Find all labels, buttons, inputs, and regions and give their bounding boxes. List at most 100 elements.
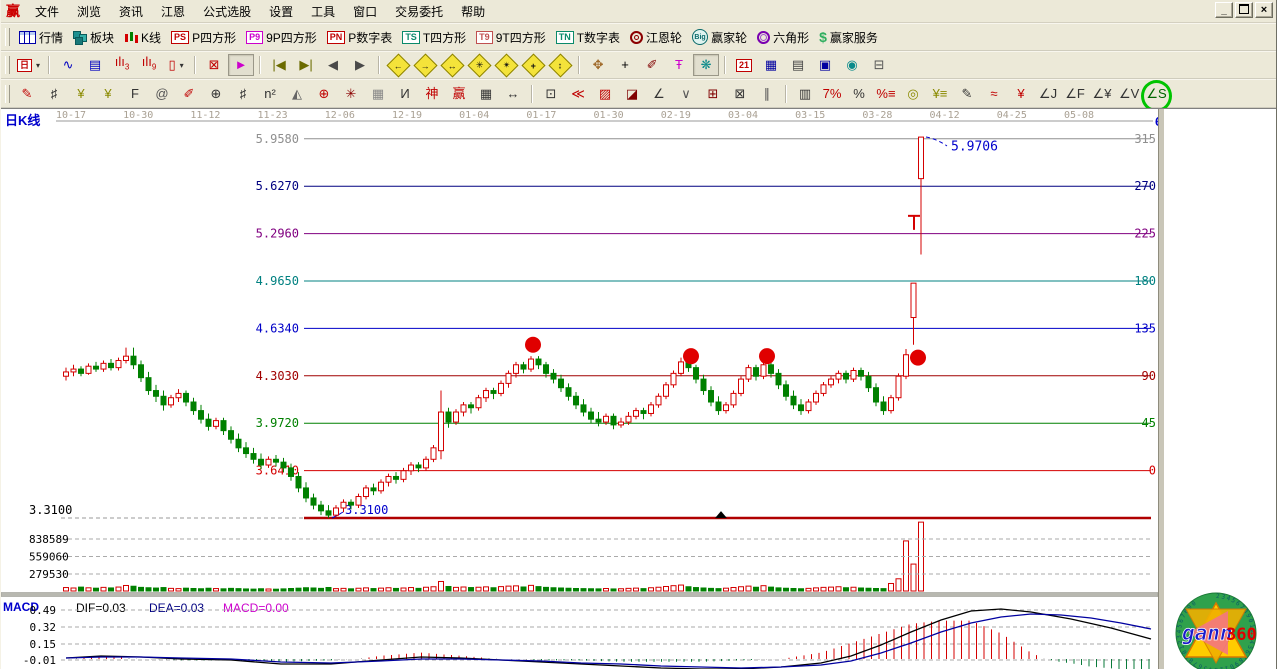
gold-grid-1-button[interactable]: ¥ (68, 83, 94, 105)
kline-button[interactable]: K线 (119, 27, 166, 48)
angle-mirror-button[interactable]: ◭ (284, 83, 310, 105)
win-grid-button[interactable]: 赢 (446, 83, 472, 105)
t-number-table-button[interactable]: TNT数字表 (551, 27, 625, 48)
menu-item-6[interactable]: 工具 (302, 3, 344, 21)
wave-levels-button[interactable]: ≈ (981, 83, 1007, 105)
gann-box-tool-button[interactable]: ⊠ (201, 54, 227, 76)
measure-brush-button[interactable]: ✐ (176, 83, 202, 105)
chart-canvas[interactable]: 10-1710-3011-1211-2312-0612-1901-0401-17… (1, 109, 1158, 669)
price-grid-button[interactable]: ⊞ (700, 83, 726, 105)
info-panel-button[interactable]: ▤ (82, 54, 108, 76)
fibo-grid-button[interactable]: F (122, 83, 148, 105)
time-ruler-button[interactable]: ♯ (41, 83, 67, 105)
n-square-button[interactable]: n² (257, 83, 283, 105)
sectors-button[interactable]: 板块 (68, 27, 119, 48)
brush-tool-button[interactable]: ✎ (14, 83, 40, 105)
compress-x-button[interactable]: ✳ (466, 54, 492, 76)
period-selector-button[interactable]: 日▾ (14, 54, 43, 76)
crosshair-button[interactable]: + (612, 54, 638, 76)
close-button[interactable]: × (1255, 2, 1273, 18)
parallel-lines-button[interactable]: ∥ (754, 83, 780, 105)
paint-tool-button[interactable]: ✎ (954, 83, 980, 105)
spiral-tool-button[interactable]: @ (149, 83, 175, 105)
annotate-tool-button[interactable]: ✐ (639, 54, 665, 76)
hexagon-button[interactable]: 六角形 (752, 27, 814, 48)
web-sync-button[interactable]: ◉ (839, 54, 865, 76)
p-square-button[interactable]: PSP四方形 (166, 27, 241, 48)
shift-left-button[interactable]: ← (385, 54, 411, 76)
trend-chart-button[interactable]: ∿ (55, 54, 81, 76)
first-page-button[interactable]: |◀ (266, 54, 292, 76)
gold-grid-2-button[interactable]: ¥ (95, 83, 121, 105)
gann-star-button[interactable]: ✳ (338, 83, 364, 105)
menu-item-4[interactable]: 公式选股 (194, 3, 260, 21)
pan-hand-button[interactable]: ✥ (585, 54, 611, 76)
vertical-splitter[interactable] (1158, 109, 1165, 669)
menu-item-8[interactable]: 交易委托 (386, 3, 452, 21)
report-button[interactable]: ▤ (785, 54, 811, 76)
toolbar-grip[interactable] (5, 85, 10, 103)
fan-lines-button[interactable]: ≪ (565, 83, 591, 105)
angle-speed-button[interactable]: ∠V (1116, 83, 1142, 105)
candle-style-button[interactable]: ▯▾ (163, 54, 189, 76)
winner-service-button[interactable]: $赢家服务 (814, 27, 883, 48)
print-button[interactable]: ⊟ (866, 54, 892, 76)
price-grid-2-button[interactable]: ⊠ (727, 83, 753, 105)
menu-item-7[interactable]: 窗口 (344, 3, 386, 21)
box-tool-button[interactable]: ⊡ (538, 83, 564, 105)
menu-item-1[interactable]: 浏览 (68, 3, 110, 21)
ma-bars-3-button[interactable]: ılı3 (109, 54, 135, 76)
fan-box-button[interactable]: ▨ (592, 83, 618, 105)
smart-analysis-button[interactable]: ❋ (693, 54, 719, 76)
period-selector-dropdown-icon[interactable]: ▾ (36, 61, 40, 70)
gold-line-button[interactable]: ¥ (1008, 83, 1034, 105)
angle-lines-button[interactable]: ∠ (646, 83, 672, 105)
percent-levels-button[interactable]: %≡ (873, 83, 899, 105)
menu-item-0[interactable]: 文件 (26, 3, 68, 21)
angle-f-button[interactable]: ∠F (1062, 83, 1088, 105)
price-ruler-button[interactable]: ♯ (230, 83, 256, 105)
t-square-button[interactable]: TST四方形 (397, 27, 471, 48)
gann-circle-button[interactable]: ⊕ (311, 83, 337, 105)
toolbar-grip[interactable] (5, 28, 10, 46)
angle-j-button[interactable]: ∠J (1035, 83, 1061, 105)
grid-123-button[interactable]: ▦ (473, 83, 499, 105)
calendar-button[interactable]: 21 (731, 54, 757, 76)
v-lines-button[interactable]: ∨ (673, 83, 699, 105)
gold-circle-button[interactable]: ◎ (900, 83, 926, 105)
minimize-button[interactable]: _ (1215, 2, 1233, 18)
wave-mark-button[interactable]: И (392, 83, 418, 105)
menu-item-9[interactable]: 帮助 (452, 3, 494, 21)
last-page-button[interactable]: ▶| (293, 54, 319, 76)
winner-wheel-button[interactable]: Big赢家轮 (687, 27, 752, 48)
cycle-ruler-button[interactable]: ⊕ (203, 83, 229, 105)
maximize-button[interactable] (1235, 2, 1253, 18)
menu-item-5[interactable]: 设置 (260, 3, 302, 21)
center-view-button[interactable]: + (520, 54, 546, 76)
p-number-table-button[interactable]: PNP数字表 (322, 27, 398, 48)
percent-line-button[interactable]: 7% (819, 83, 845, 105)
gold-levels-button[interactable]: ¥≡ (927, 83, 953, 105)
ma-bars-9-button[interactable]: ılı9 (136, 54, 162, 76)
expand-x-button[interactable]: ↔ (439, 54, 465, 76)
stats-panel-button[interactable]: ▥ (792, 83, 818, 105)
gann-season-tool-button[interactable]: Ŧ (666, 54, 692, 76)
percent-button[interactable]: % (846, 83, 872, 105)
page-prev-button[interactable]: ◀ (320, 54, 346, 76)
menu-item-3[interactable]: 江恩 (152, 3, 194, 21)
shen-grid-button[interactable]: 神 (419, 83, 445, 105)
gann-wheel-button[interactable]: 江恩轮 (625, 27, 687, 48)
color-chart-button[interactable]: ► (228, 54, 254, 76)
grid-target-button[interactable]: ▦ (365, 83, 391, 105)
9p-square-button[interactable]: P99P四方形 (241, 27, 322, 48)
angle-gold-button[interactable]: ∠¥ (1089, 83, 1115, 105)
zoom-all-button[interactable]: ✴ (493, 54, 519, 76)
shift-right-button[interactable]: → (412, 54, 438, 76)
candle-style-dropdown-icon[interactable]: ▾ (180, 61, 184, 70)
page-next-button[interactable]: ▶ (347, 54, 373, 76)
angle-si-button[interactable]: ∠S (1143, 83, 1169, 105)
menu-item-2[interactable]: 资讯 (110, 3, 152, 21)
toolbar-grip[interactable] (5, 56, 10, 74)
calculator-button[interactable]: ▦ (758, 54, 784, 76)
save-button[interactable]: ▣ (812, 54, 838, 76)
